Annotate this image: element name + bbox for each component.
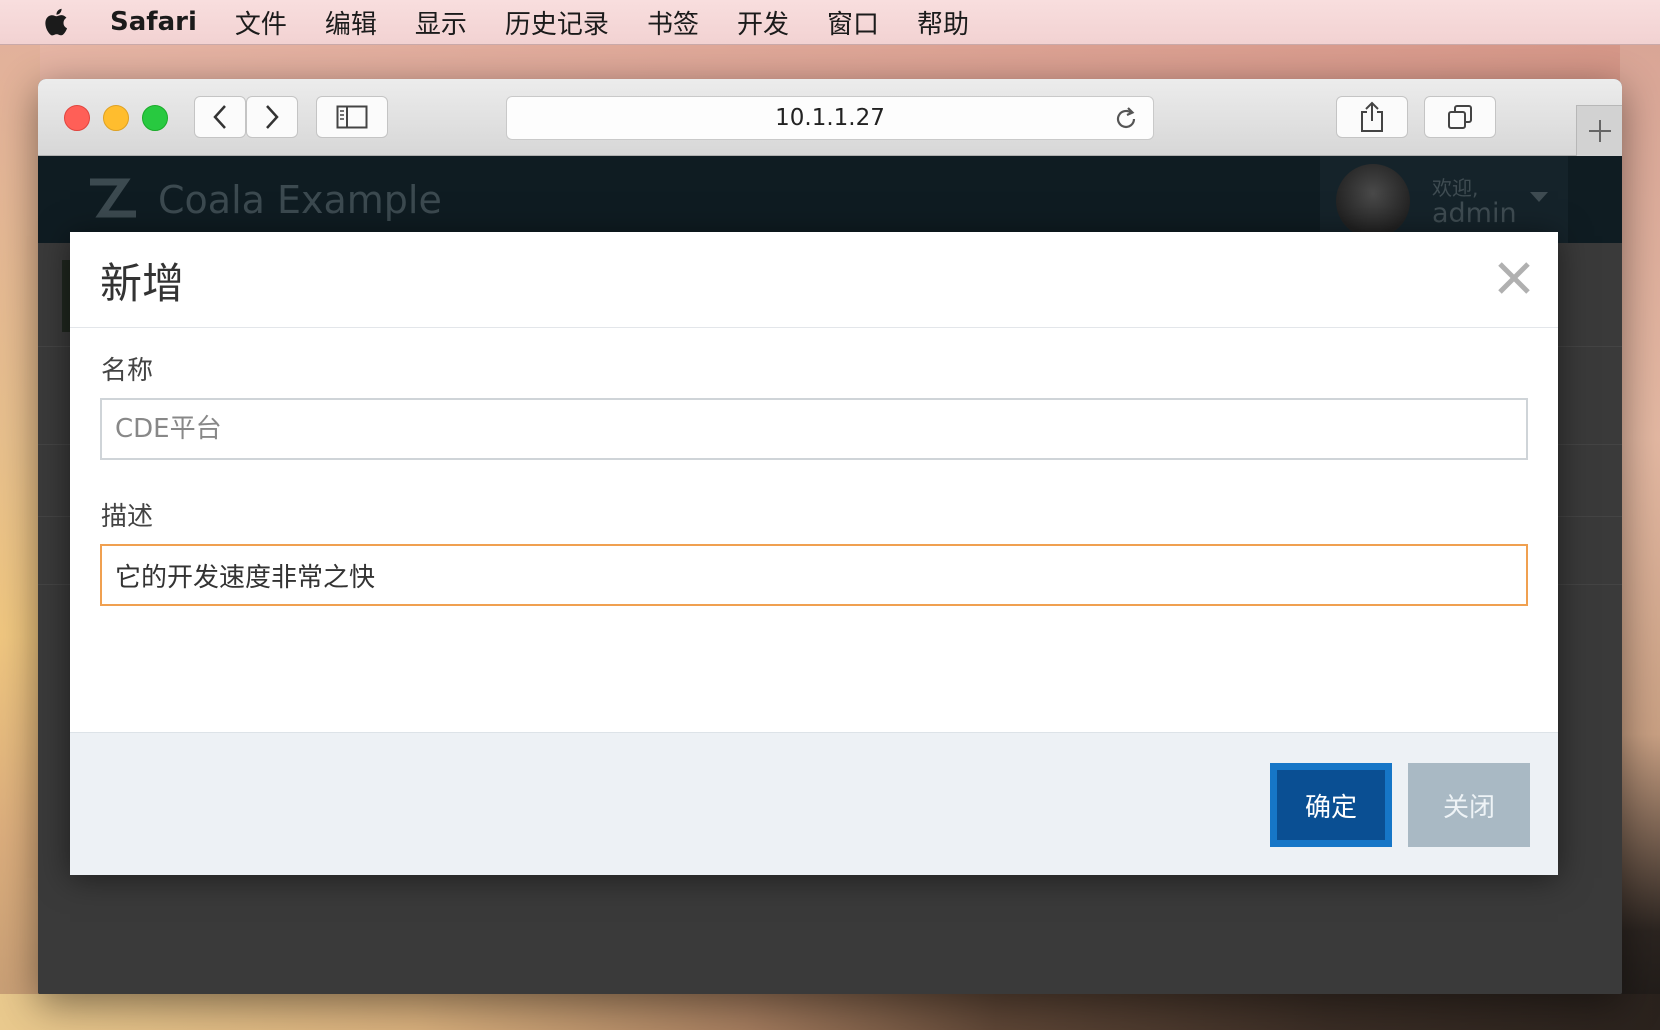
- menu-history[interactable]: 历史记录: [505, 4, 609, 41]
- new-tab-button[interactable]: [1576, 105, 1622, 156]
- user-menu[interactable]: 欢迎, admin: [1320, 156, 1568, 243]
- username: admin: [1432, 198, 1517, 229]
- menu-window[interactable]: 窗口: [827, 4, 879, 41]
- description-input[interactable]: [100, 544, 1528, 606]
- forward-button[interactable]: [246, 96, 298, 138]
- name-input[interactable]: [100, 398, 1528, 460]
- menu-develop[interactable]: 开发: [737, 4, 789, 41]
- zoom-window-button[interactable]: [142, 105, 168, 131]
- menu-bar: Safari 文件 编辑 显示 历史记录 书签 开发 窗口 帮助: [0, 0, 1660, 45]
- url-text: 10.1.1.27: [775, 105, 885, 131]
- desktop-wallpaper-left: [0, 44, 40, 1030]
- reload-icon[interactable]: [1113, 105, 1139, 133]
- chevron-right-icon: [266, 105, 279, 129]
- sidebar-icon: [336, 105, 368, 129]
- app-title: Coala Example: [158, 178, 442, 222]
- menu-help[interactable]: 帮助: [917, 4, 969, 41]
- desktop-wallpaper-right: [1620, 44, 1660, 1030]
- menu-file[interactable]: 文件: [235, 4, 287, 41]
- chevron-left-icon: [213, 105, 226, 129]
- avatar: [1336, 164, 1410, 238]
- dialog-header: 新增: [70, 232, 1558, 328]
- apple-icon[interactable]: [40, 7, 70, 37]
- add-dialog: 新增 名称 描述 确定 关闭: [70, 232, 1558, 875]
- menu-app-name[interactable]: Safari: [110, 7, 197, 37]
- logo-icon: [90, 178, 136, 218]
- tabs-icon: [1448, 105, 1472, 129]
- welcome-text: 欢迎,: [1432, 176, 1479, 200]
- desktop-wallpaper-bottom: [0, 994, 1660, 1030]
- share-icon: [1361, 101, 1383, 132]
- caret-down-icon: [1530, 192, 1548, 202]
- address-bar[interactable]: 10.1.1.27: [506, 96, 1154, 140]
- confirm-button[interactable]: 确定: [1270, 763, 1392, 847]
- tabs-overview-button[interactable]: [1424, 96, 1496, 138]
- browser-toolbar: 10.1.1.27: [38, 79, 1622, 156]
- menu-view[interactable]: 显示: [415, 4, 467, 41]
- close-icon[interactable]: [1494, 258, 1534, 298]
- dialog-title: 新增: [100, 259, 185, 308]
- minimize-window-button[interactable]: [103, 105, 129, 131]
- menu-bookmarks[interactable]: 书签: [647, 4, 699, 41]
- plus-icon: [1589, 120, 1611, 142]
- dialog-footer: 确定 关闭: [70, 732, 1558, 875]
- name-label: 名称: [101, 356, 154, 386]
- menu-edit[interactable]: 编辑: [325, 4, 377, 41]
- share-button[interactable]: [1336, 96, 1408, 138]
- sidebar-toggle-button[interactable]: [316, 96, 388, 138]
- close-window-button[interactable]: [64, 105, 90, 131]
- back-button[interactable]: [194, 96, 246, 138]
- app-header: Coala Example 欢迎, admin: [38, 156, 1622, 243]
- close-button[interactable]: 关闭: [1408, 763, 1530, 847]
- description-label: 描述: [101, 502, 154, 532]
